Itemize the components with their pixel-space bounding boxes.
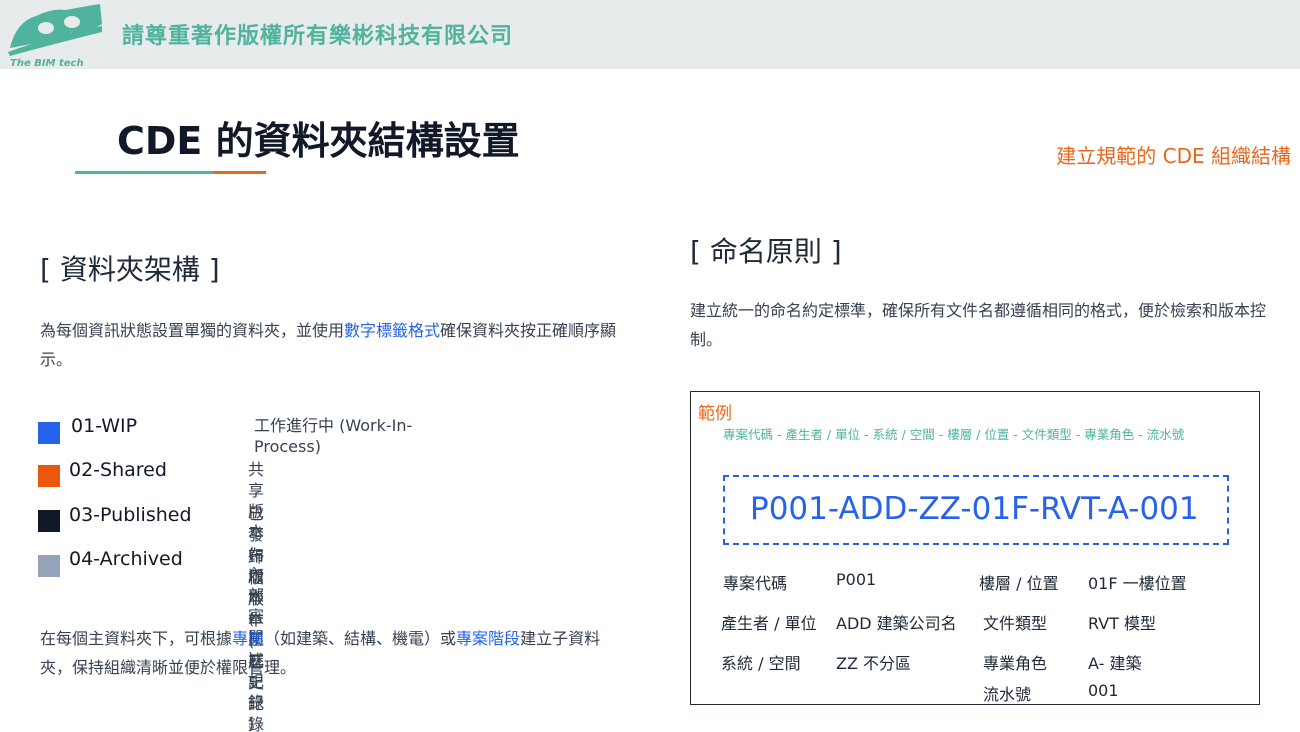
field-label: 文件類型 [983,614,1048,633]
field-value: ADD 建築公司名 [836,614,957,633]
company-logo: The BIM tech [6,2,106,69]
logo-icon [8,4,102,56]
folder-name: 02-Shared [69,459,167,481]
example-title: 範例 [698,404,732,424]
field-label: 專業角色 [983,654,1048,673]
folder-name: 03-Published [69,504,192,526]
folder-intro-highlight: 數字標籤格式 [344,321,441,340]
naming-intro: 建立統一的命名約定標準，確保所有文件名都遵循相同的格式，便於檢索和版本控制。 [690,301,1267,349]
header-bar: The BIM tech 請尊重著作版權所有樂彬科技有限公司 [0,0,1300,69]
wip-color-swatch [38,422,60,444]
field-label: 流水號 [983,685,1032,704]
underline-teal [75,171,213,174]
field-label: 產生者 / 單位 [721,614,817,633]
subfolder-note-text: 在每個主資料夾下，可根據 [40,629,233,648]
field-value: RVT 模型 [1088,614,1157,633]
copyright-notice: 請尊重著作版權所有樂彬科技有限公司 [122,24,514,49]
logo-text: The BIM tech [10,58,84,69]
example-code: P001-ADD-ZZ-01F-RVT-A-001 [750,491,1199,527]
archived-color-swatch [38,555,60,577]
published-color-swatch [38,510,60,532]
underline-orange [213,171,266,174]
field-label: 系統 / 空間 [721,654,801,673]
subfolder-note-highlight: 專案階段 [456,629,521,648]
page-subtitle: 建立規範的 CDE 組織結構 [1056,144,1291,168]
naming-example-box: 範例 專案代碼 - 產生者 / 單位 - 系統 / 空間 - 樓層 / 位置 -… [690,391,1260,705]
folder-intro-text: 為每個資訊狀態設置單獨的資料夾，並使用 [40,321,345,340]
field-value: 001 [1088,681,1119,700]
example-code-box: P001-ADD-ZZ-01F-RVT-A-001 [723,475,1229,545]
naming-format: 專案代碼 - 產生者 / 單位 - 系統 / 空間 - 樓層 / 位置 - 文件… [723,427,1185,442]
field-value: ZZ 不分區 [836,654,912,673]
folder-name: 01-WIP [71,415,138,437]
subfolder-note: 在每個主資料夾下，可根據專業（如建築、結構、機電）或專案階段建立子資料夾，保持組… [40,624,620,682]
subfolder-note-text: （如建築、結構、機電）或 [264,629,457,648]
field-value: P001 [836,570,877,589]
shared-color-swatch [38,465,60,487]
field-label: 樓層 / 位置 [979,574,1059,593]
folder-name: 04-Archived [69,548,183,570]
folder-intro: 為每個資訊狀態設置單獨的資料夾，並使用數字標籤格式確保資料夾按正確順序顯示。 [40,316,620,374]
field-label: 專案代碼 [723,574,788,593]
folder-desc: 工作進行中 (Work-In-Process) [254,416,413,456]
field-value: A- 建築 [1088,654,1142,673]
folder-structure-heading: [ 資料夾架構 ] [40,253,220,286]
page-title: CDE 的資料夾結構設置 [117,119,520,163]
title-underline [75,171,266,174]
naming-rules-heading: [ 命名原則 ] [690,235,842,268]
field-value: 01F 一樓位置 [1088,574,1187,593]
subfolder-note-highlight: 專業 [232,629,265,648]
